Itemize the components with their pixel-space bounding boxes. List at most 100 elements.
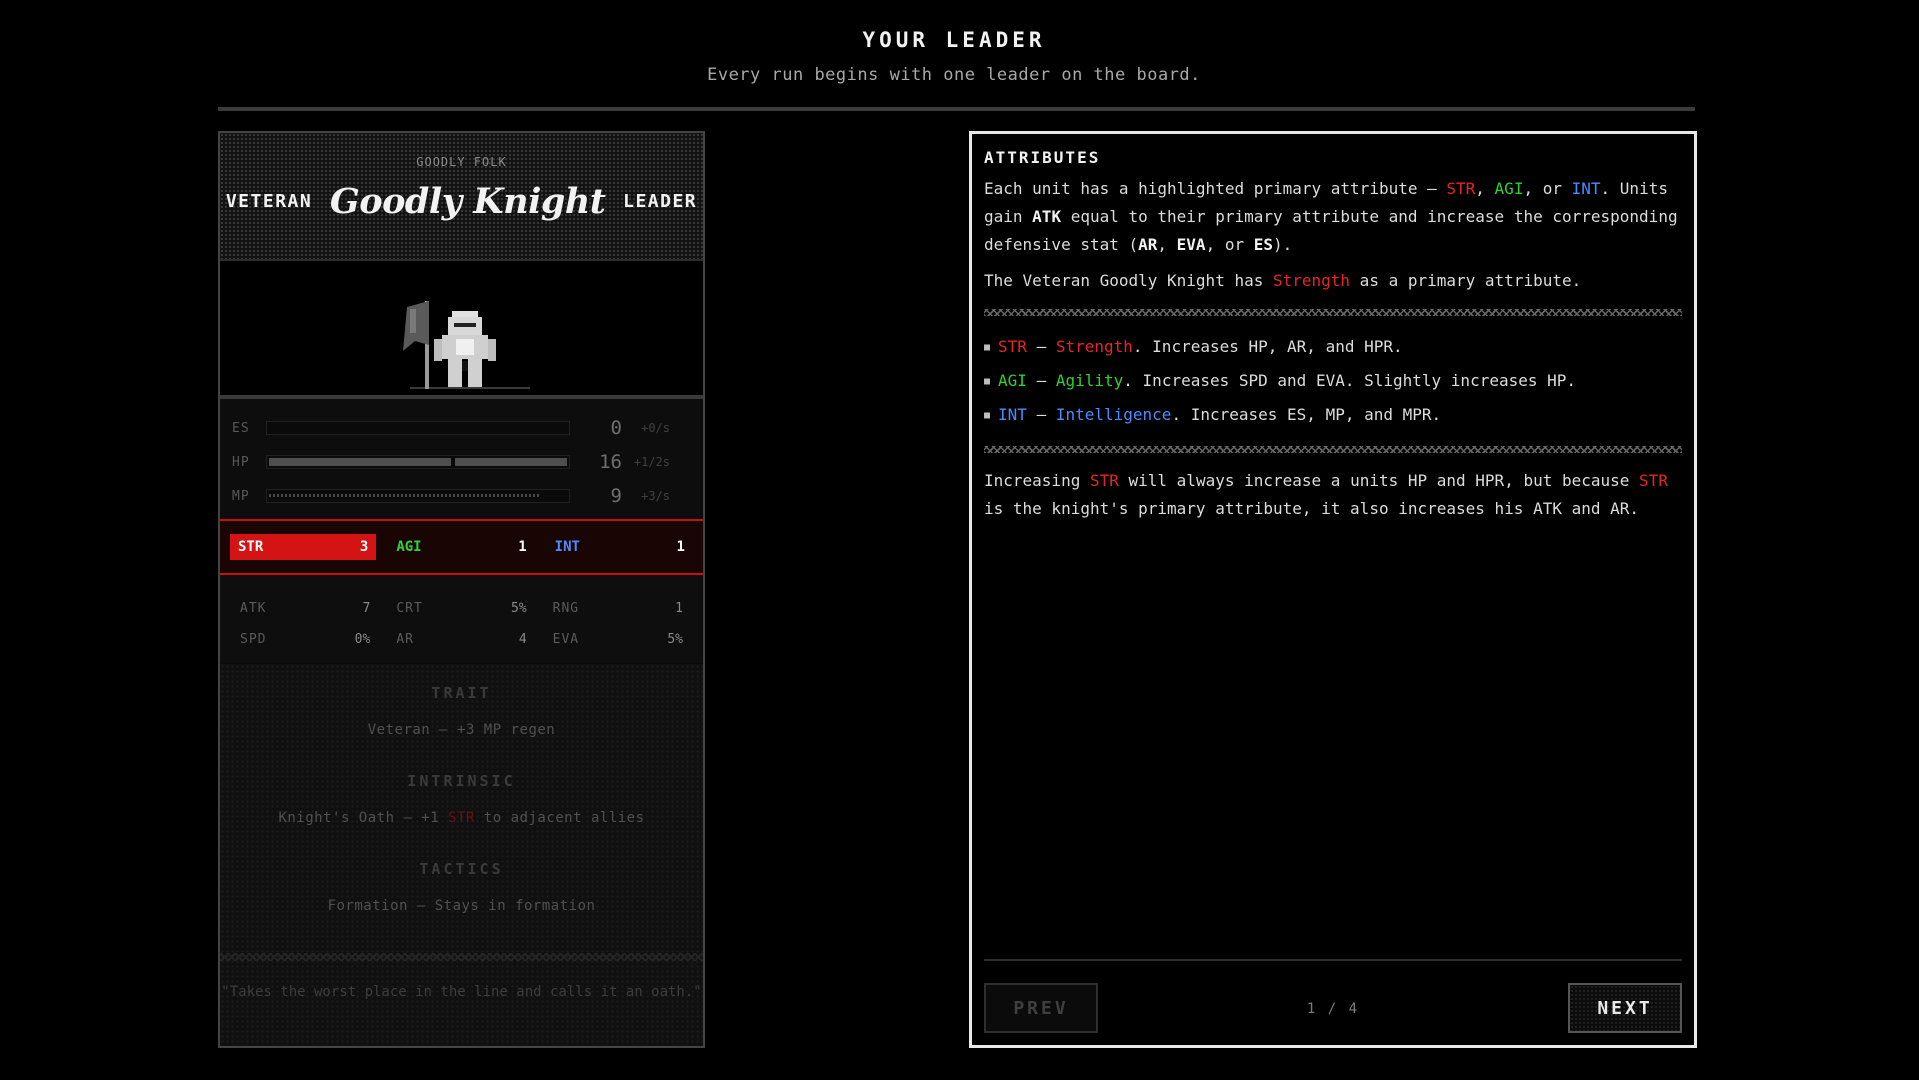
hp-regen: +1/2s <box>633 455 670 469</box>
list-dash: — <box>1026 371 1056 390</box>
list-name: Agility <box>1055 371 1124 390</box>
attr-agi-label: AGI <box>396 539 422 555</box>
tactics-title: TACTICS <box>419 860 504 878</box>
mp-bar <box>266 489 570 503</box>
p1-atk: ATK <box>1032 207 1062 226</box>
list-dash: — <box>1026 405 1056 424</box>
stat-eva: EVA 5% <box>553 632 683 647</box>
attr-str-label: STR <box>238 539 264 555</box>
next-button[interactable]: NEXT <box>1568 983 1682 1033</box>
p3-str: STR <box>1089 471 1119 490</box>
mp-regen: +3/s <box>641 489 670 503</box>
intrinsic-text-pre: Knight's Oath — +1 <box>278 810 449 826</box>
unit-name: VETERAN Goodly Knight LEADER <box>220 181 703 222</box>
es-bar-row: ES 0 +0/s <box>232 411 691 445</box>
attribute-strip: STR 3 AGI 1 INT 1 <box>220 519 703 575</box>
tactics-text: Formation — Stays in formation <box>327 898 596 914</box>
page-title: YOUR LEADER <box>862 28 1046 52</box>
stat-spd-label: SPD <box>240 632 267 647</box>
list-text: . Increases HP, AR, and HPR. <box>1132 337 1403 356</box>
list-name: Intelligence <box>1055 405 1172 424</box>
header-divider <box>218 107 1695 111</box>
stat-eva-value: 5% <box>667 632 683 647</box>
es-label: ES <box>232 420 250 436</box>
stat-spd-value: 0% <box>354 632 371 647</box>
p1-agi: AGI <box>1494 179 1524 198</box>
attr-agi: AGI 1 <box>388 534 534 560</box>
stat-rng-label: RNG <box>552 601 580 616</box>
panel-title: ATTRIBUTES <box>984 148 1101 167</box>
stat-atk-label: ATK <box>240 601 267 616</box>
card-divider <box>220 953 703 961</box>
list-item-int: INT — Intelligence. Increases ES, MP, an… <box>984 398 1682 432</box>
p3-text: Increasing <box>984 471 1090 490</box>
mp-bar-row: MP 9 +3/s <box>232 479 691 513</box>
panel-paragraph-2: The Veteran Goodly Knight has Strength a… <box>984 267 1682 295</box>
prev-button[interactable]: PREV <box>984 983 1098 1033</box>
panel-paragraph-1: Each unit has a highlighted primary attr… <box>984 175 1682 259</box>
p1-eva: EVA <box>1176 235 1206 254</box>
stat-crt-value: 5% <box>511 601 527 616</box>
attr-str: STR 3 <box>230 534 377 560</box>
attr-int-label: INT <box>554 539 580 555</box>
p1-int: INT <box>1571 179 1601 198</box>
mp-label: MP <box>232 488 250 504</box>
unit-portrait <box>220 261 703 399</box>
attributes-panel: ATTRIBUTES Each unit has a highlighted p… <box>969 131 1697 1048</box>
stats-grid: ATK 7 CRT 5% RNG 1 SPD 0% AR 4 EVA 5% <box>220 575 703 663</box>
p1-text: ). <box>1273 235 1293 254</box>
es-value: 0 <box>610 417 622 439</box>
list-text: . Increases SPD and EVA. Slightly increa… <box>1123 371 1577 390</box>
panel-paragraph-3: Increasing STR will always increase a un… <box>984 467 1682 523</box>
p2-text: The Veteran Goodly Knight has <box>984 271 1273 290</box>
name-suffix: LEADER <box>623 191 698 212</box>
stats-row: ATK 7 CRT 5% RNG 1 <box>240 593 683 624</box>
p2-strength: Strength <box>1272 271 1351 290</box>
panel-divider <box>984 446 1682 453</box>
attr-int: INT 1 <box>547 534 693 560</box>
stat-eva-label: EVA <box>552 632 580 647</box>
intrinsic-title: INTRINSIC <box>407 772 516 790</box>
attr-agi-value: 1 <box>518 539 527 555</box>
stat-ar-label: AR <box>396 632 414 647</box>
es-regen: +0/s <box>641 421 670 435</box>
panel-footer: PREV 1 / 4 NEXT <box>984 959 1682 1033</box>
intrinsic-text-post: to adjacent allies <box>474 810 645 826</box>
intrinsic-text: Knight's Oath — +1 STR to adjacent allie… <box>220 810 703 826</box>
stat-rng: RNG 1 <box>553 601 683 616</box>
page-subtitle: Every run begins with one leader on the … <box>707 65 1201 85</box>
name-prefix: VETERAN <box>225 191 313 212</box>
name-main: Goodly Knight <box>329 181 606 222</box>
intrinsic-text-stat: STR <box>448 810 475 826</box>
stat-atk: ATK 7 <box>240 601 396 616</box>
stat-crt: CRT 5% <box>396 601 552 616</box>
list-dash: — <box>1026 337 1056 356</box>
p1-es: ES <box>1253 235 1273 254</box>
leader-card: GOODLY FOLK VETERAN Goodly Knight LEADER <box>218 131 705 1048</box>
list-text: . Increases ES, MP, and MPR. <box>1171 405 1442 424</box>
p3-text: will always increase a units HP and HPR,… <box>1118 471 1640 490</box>
mp-value: 9 <box>610 485 622 507</box>
stats-row: SPD 0% AR 4 EVA 5% <box>240 624 683 655</box>
p1-text: , or <box>1523 179 1572 198</box>
hp-label: HP <box>232 454 250 470</box>
es-bar <box>266 421 570 435</box>
p1-text: , or <box>1205 235 1254 254</box>
stat-rng-value: 1 <box>675 601 683 616</box>
panel-divider <box>984 309 1682 316</box>
p1-text: , <box>1475 179 1495 198</box>
list-abbr: STR <box>998 337 1027 356</box>
trait-text: Veteran — +3 MP regen <box>367 722 556 738</box>
p1-text: Each unit has a highlighted primary attr… <box>984 179 1447 198</box>
p1-text: equal to their primary attribute and inc… <box>984 207 1678 254</box>
card-header: GOODLY FOLK VETERAN Goodly Knight LEADER <box>220 133 703 261</box>
list-item-str: STR — Strength. Increases HP, AR, and HP… <box>984 330 1682 364</box>
list-item-agi: AGI — Agility. Increases SPD and EVA. Sl… <box>984 364 1682 398</box>
stat-crt-label: CRT <box>396 601 423 616</box>
p2-text: as a primary attribute. <box>1350 271 1582 290</box>
flavor-quote: "Takes the worst place in the line and c… <box>221 984 702 1000</box>
hp-value: 16 <box>599 451 622 473</box>
card-details: TRAIT Veteran — +3 MP regen INTRINSIC Kn… <box>220 664 703 1046</box>
p1-str: STR <box>1446 179 1476 198</box>
p3-text: is the knight's primary attribute, it al… <box>984 499 1640 518</box>
